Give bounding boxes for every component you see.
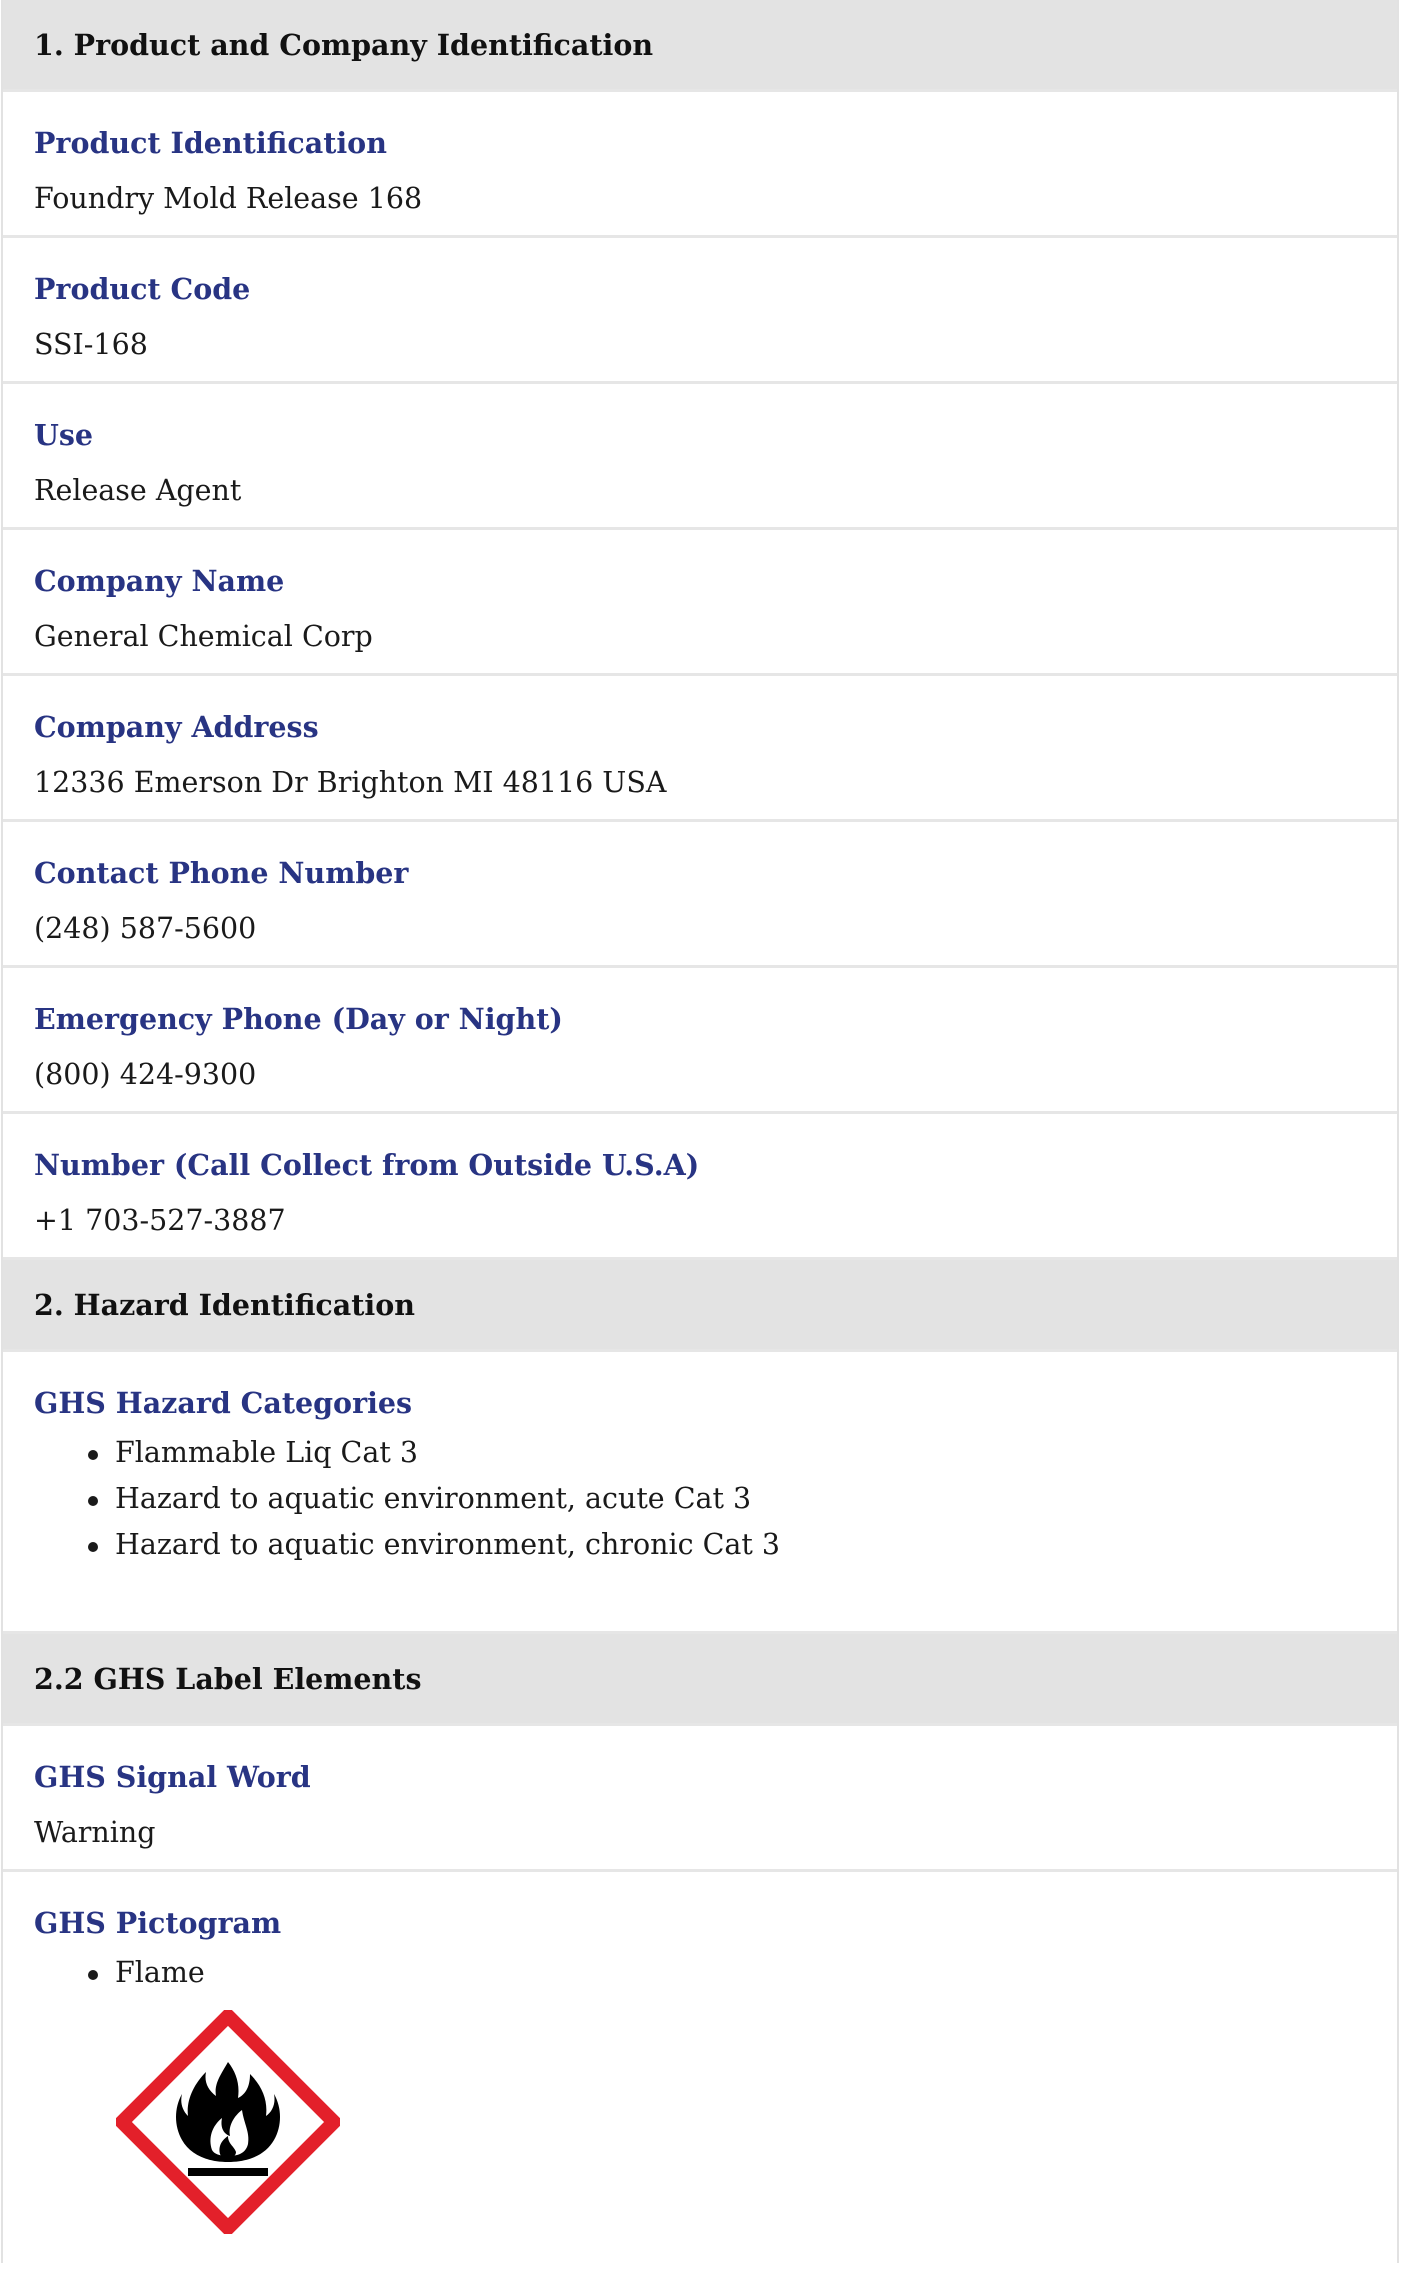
section-header-hazard-identification: 2. Hazard Identification — [3, 1260, 1397, 1352]
field-label: Use — [34, 418, 94, 452]
section-title: 1. Product and Company Identification — [34, 27, 654, 62]
field-value: SSI-168 — [34, 328, 148, 361]
field-value: Foundry Mold Release 168 — [34, 182, 423, 215]
section-title: 2.2 GHS Label Elements — [34, 1661, 422, 1696]
list-item-text: Hazard to aquatic environment, acute Cat… — [115, 1482, 752, 1515]
field-value: Release Agent — [34, 474, 242, 507]
section-header-ghs-label-elements: 2.2 GHS Label Elements — [3, 1634, 1397, 1726]
list-item-text: Flame — [115, 1956, 205, 1989]
field-label: Product Code — [34, 272, 251, 306]
field-label: Company Address — [34, 710, 319, 744]
field-label: GHS Pictogram — [34, 1906, 282, 1940]
section-header-product-identification: 1. Product and Company Identification — [3, 0, 1397, 92]
field-label: Emergency Phone (Day or Night) — [34, 1002, 563, 1036]
sds-sheet: 1. Product and Company Identification Pr… — [0, 0, 1401, 2263]
field-value: +1 703-527-3887 — [34, 1204, 286, 1237]
section-title: 2. Hazard Identification — [34, 1287, 415, 1322]
field-company-name: Company Name General Chemical Corp — [3, 530, 1397, 676]
field-product-code: Product Code SSI-168 — [3, 238, 1397, 384]
field-label: GHS Hazard Categories — [34, 1386, 413, 1420]
field-label: Company Name — [34, 564, 285, 598]
field-emergency-phone: Emergency Phone (Day or Night) (800) 424… — [3, 968, 1397, 1114]
field-value: (800) 424-9300 — [34, 1058, 257, 1091]
list-item-text: Flammable Liq Cat 3 — [115, 1436, 418, 1469]
bullet-icon — [88, 1450, 98, 1460]
field-product-identification: Product Identification Foundry Mold Rele… — [3, 92, 1397, 238]
bullet-icon — [88, 1542, 98, 1552]
field-value: Warning — [34, 1816, 156, 1849]
field-company-address: Company Address 12336 Emerson Dr Brighto… — [3, 676, 1397, 822]
field-value: 12336 Emerson Dr Brighton MI 48116 USA — [34, 766, 667, 799]
field-label: Contact Phone Number — [34, 856, 409, 890]
field-call-collect-number: Number (Call Collect from Outside U.S.A)… — [3, 1114, 1397, 1260]
list-item-text: Hazard to aquatic environment, chronic C… — [115, 1528, 781, 1561]
bullet-icon — [88, 1496, 98, 1506]
field-label: GHS Signal Word — [34, 1760, 311, 1794]
field-contact-phone: Contact Phone Number (248) 587-5600 — [3, 822, 1397, 968]
field-use: Use Release Agent — [3, 384, 1397, 530]
field-ghs-pictogram: GHS Pictogram Flame — [3, 1872, 1397, 2281]
ghs-flame-icon — [116, 2010, 340, 2234]
field-label: Number (Call Collect from Outside U.S.A) — [34, 1148, 700, 1182]
field-ghs-signal-word: GHS Signal Word Warning — [3, 1726, 1397, 1872]
field-value: (248) 587-5600 — [34, 912, 257, 945]
sds-container: 1. Product and Company Identification Pr… — [1, 0, 1399, 2263]
field-label: Product Identification — [34, 126, 387, 160]
field-value: General Chemical Corp — [34, 620, 373, 653]
field-ghs-hazard-categories: GHS Hazard Categories Flammable Liq Cat … — [3, 1352, 1397, 1634]
bullet-icon — [88, 1970, 98, 1980]
